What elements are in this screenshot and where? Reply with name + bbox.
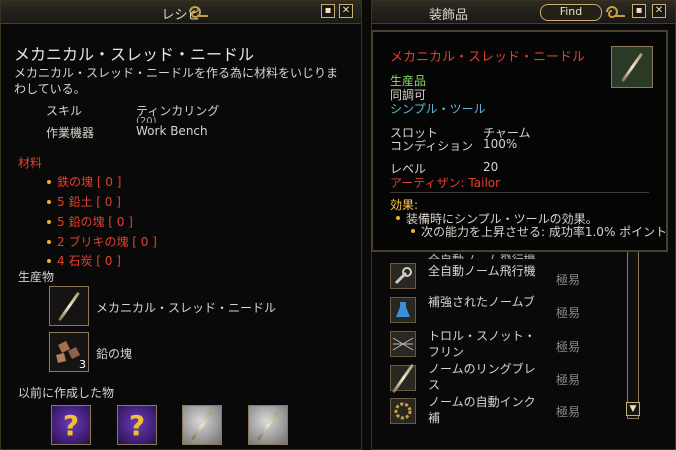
minimize-button[interactable]: ▪ [321,4,335,18]
gear-icon[interactable] [390,398,416,424]
effect-bullet-icon [396,216,400,220]
question-mark-icon: ? [62,409,80,442]
list-scrollbar[interactable] [627,251,639,419]
list-item-difficulty: 極易 [556,306,581,320]
material-bullet-icon [47,200,51,204]
tooltip-tag-type: シンプル・ツール [390,102,486,116]
material-item: 4 石炭 [ 0 ] [57,254,121,268]
net-icon[interactable] [390,331,416,357]
list-item-name[interactable]: ノームのリングブレス [428,361,538,393]
tooltip-condition-value: 100% [483,137,518,151]
previous-slot-needle[interactable] [182,405,222,445]
materials-header: 材料 [18,156,43,170]
list-item-difficulty: 極易 [556,405,581,419]
list-item-difficulty: 極易 [556,340,581,354]
material-bullet-icon [47,220,51,224]
close-button[interactable]: ✕ [339,4,353,18]
skill-label: スキル [46,104,83,118]
recipe-item-name: メカニカル・スレッド・ニードル [14,45,255,64]
list-item-name[interactable]: ノームの自動インク補 [428,394,538,426]
material-item: 鉄の塊 [ 0 ] [57,175,122,189]
material-item: 5 鉛土 [ 0 ] [57,195,121,209]
scroll-down-button[interactable]: ▼ [626,402,640,416]
find-button[interactable]: Find [540,4,602,21]
previous-slot-needle[interactable] [248,405,288,445]
products-header: 生産物 [18,270,55,284]
accessory-window-title: 装飾品 [428,8,468,23]
skill-value-sub: (20) [136,116,157,123]
list-item-difficulty: 極易 [556,373,581,387]
material-bullet-icon [47,259,51,263]
tooltip-effect: 次の能力を上昇させる: 成功率1.0% ポイント [421,225,668,239]
tooltip-divider [390,192,649,193]
product-name: メカニカル・スレッド・ニードル [96,301,277,315]
product-name: 鉛の塊 [96,347,133,361]
previous-header: 以前に作成した物 [18,386,115,400]
material-bullet-icon [47,180,51,184]
device-value: Work Bench [136,124,208,138]
list-row-partial: 全自動ノーム飛行機 [428,251,536,259]
effect-bullet-icon [411,229,415,233]
tooltip-condition-label: コンディション [390,139,474,153]
swirl-ornament-icon [189,6,208,19]
list-item-difficulty: 極易 [556,273,581,287]
list-item-name: 全自動ノーム飛行機 [428,253,536,259]
product-slot-needle[interactable] [49,286,89,326]
wrench-icon[interactable] [390,263,416,289]
list-item-name[interactable]: トロル・スノット・フリン [428,328,538,360]
recipe-titlebar[interactable]: レシピ ▪ ✕ [1,1,361,24]
material-item: 5 鉛の塊 [ 0 ] [57,215,133,229]
recipe-window: レシピ ▪ ✕ メカニカル・スレッド・ニードル メカニカル・スレッド・ニードルを… [0,0,362,450]
potion-icon[interactable] [390,297,416,323]
recipe-description: メカニカル・スレッド・ニードルを作る為に材料をいじりまわしている。 [14,66,339,96]
item-tooltip: メカニカル・スレッド・ニードル 生産品 同調可 シンプル・ツール スロット チャ… [371,30,668,252]
material-item: 2 ブリキの塊 [ 0 ] [57,235,157,249]
minimize-button[interactable]: ▪ [632,4,646,18]
previous-slot-unknown[interactable]: ? [117,405,157,445]
needle-icon[interactable] [390,365,416,391]
material-bullet-icon [47,240,51,244]
list-item-name[interactable]: 全自動ノーム飛行機 [428,263,538,279]
swirl-ornament-icon [606,6,625,19]
question-mark-icon: ? [128,409,146,442]
accessory-titlebar[interactable]: 装飾品 Find ▪ ✕ [372,1,675,24]
recipe-window-title: レシピ [161,8,201,23]
close-button[interactable]: ✕ [652,4,666,18]
product-count: 3 [79,358,86,371]
device-label: 作業機器 [46,126,95,140]
tooltip-artisan: アーティザン: Tailor [390,176,501,190]
previous-slot-unknown[interactable]: ? [51,405,91,445]
tooltip-item-icon [611,46,653,88]
tooltip-level-value: 20 [483,160,499,174]
product-slot-lead[interactable]: 3 [49,332,89,372]
tooltip-item-name: メカニカル・スレッド・ニードル [390,50,586,65]
list-item-name[interactable]: 補強されたノームブ [428,294,538,310]
